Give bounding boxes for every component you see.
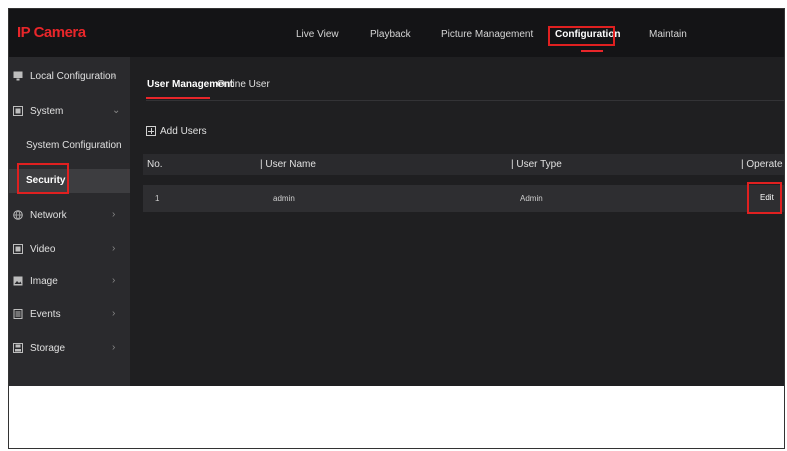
highlight-box-configuration: [548, 26, 615, 46]
sidebar-item-local-configuration[interactable]: Local Configuration ›: [9, 65, 130, 89]
sidebar-item-label: System: [30, 106, 64, 117]
tab-online-user[interactable]: Online User: [217, 79, 270, 90]
nav-maintain[interactable]: Maintain: [649, 29, 687, 40]
table-row: 1 admin Admin Edit: [143, 185, 784, 212]
image-icon: [13, 276, 23, 286]
sidebar-subitem-system-configuration[interactable]: System Configuration: [9, 134, 130, 158]
add-users-button[interactable]: Add Users: [146, 124, 207, 138]
sidebar-item-label: Video: [30, 244, 56, 255]
table-header: No. | User Name | User Type | Operate: [143, 154, 784, 175]
monitor-icon: [13, 71, 23, 81]
column-header-user-type: | User Type: [511, 159, 562, 170]
sidebar-item-network[interactable]: Network ›: [9, 204, 130, 228]
nav-picture-management[interactable]: Picture Management: [441, 29, 533, 40]
sidebar-item-system[interactable]: System ⌄: [9, 100, 130, 124]
column-header-user-name: | User Name: [260, 159, 316, 170]
sidebar-item-label: Image: [30, 276, 58, 287]
storage-icon: [13, 343, 23, 353]
cell-no: 1: [155, 194, 160, 203]
chevron-right-icon: ›: [112, 342, 116, 353]
nav-active-indicator: [581, 50, 603, 52]
add-users-label: Add Users: [160, 125, 207, 137]
app-window: IP Camera Live View Playback Picture Man…: [9, 9, 784, 386]
sidebar-item-label: Local Configuration: [30, 71, 117, 82]
brand-logo: IP Camera: [17, 24, 86, 41]
system-icon: [13, 106, 23, 116]
events-icon: [13, 309, 23, 319]
chevron-right-icon: ›: [112, 209, 116, 220]
sidebar-item-storage[interactable]: Storage ›: [9, 337, 130, 361]
cell-user-name: admin: [273, 194, 295, 203]
chevron-right-icon: ›: [112, 308, 116, 319]
column-header-operate: | Operate: [741, 159, 783, 170]
highlight-box-edit: [747, 182, 782, 214]
sidebar-item-label: System Configuration: [26, 140, 122, 151]
chevron-right-icon: ›: [112, 70, 116, 81]
chevron-down-icon: ⌄: [112, 105, 121, 116]
globe-icon: [13, 210, 23, 220]
cell-user-type: Admin: [520, 194, 543, 203]
column-header-no: No.: [147, 159, 163, 170]
video-icon: [13, 244, 23, 254]
sidebar-item-video[interactable]: Video ›: [9, 238, 130, 262]
sidebar-item-events[interactable]: Events ›: [9, 303, 130, 327]
chevron-right-icon: ›: [112, 243, 116, 254]
chevron-right-icon: ›: [112, 275, 116, 286]
sidebar-item-label: Storage: [30, 343, 66, 354]
sidebar-item-label: Network: [30, 210, 67, 221]
nav-live-view[interactable]: Live View: [296, 29, 339, 40]
sidebar-item-image[interactable]: Image ›: [9, 270, 130, 294]
main-content: User Management Online User Add Users No…: [130, 57, 784, 386]
nav-playback[interactable]: Playback: [370, 29, 411, 40]
tab-active-indicator: [146, 97, 210, 99]
highlight-box-security: [17, 163, 69, 194]
sidebar: Local Configuration › System ⌄ System Co…: [9, 57, 130, 386]
tab-divider: [146, 100, 784, 101]
top-navigation-bar: IP Camera Live View Playback Picture Man…: [9, 9, 784, 57]
sidebar-item-label: Events: [30, 309, 61, 320]
plus-box-icon: [146, 126, 156, 136]
